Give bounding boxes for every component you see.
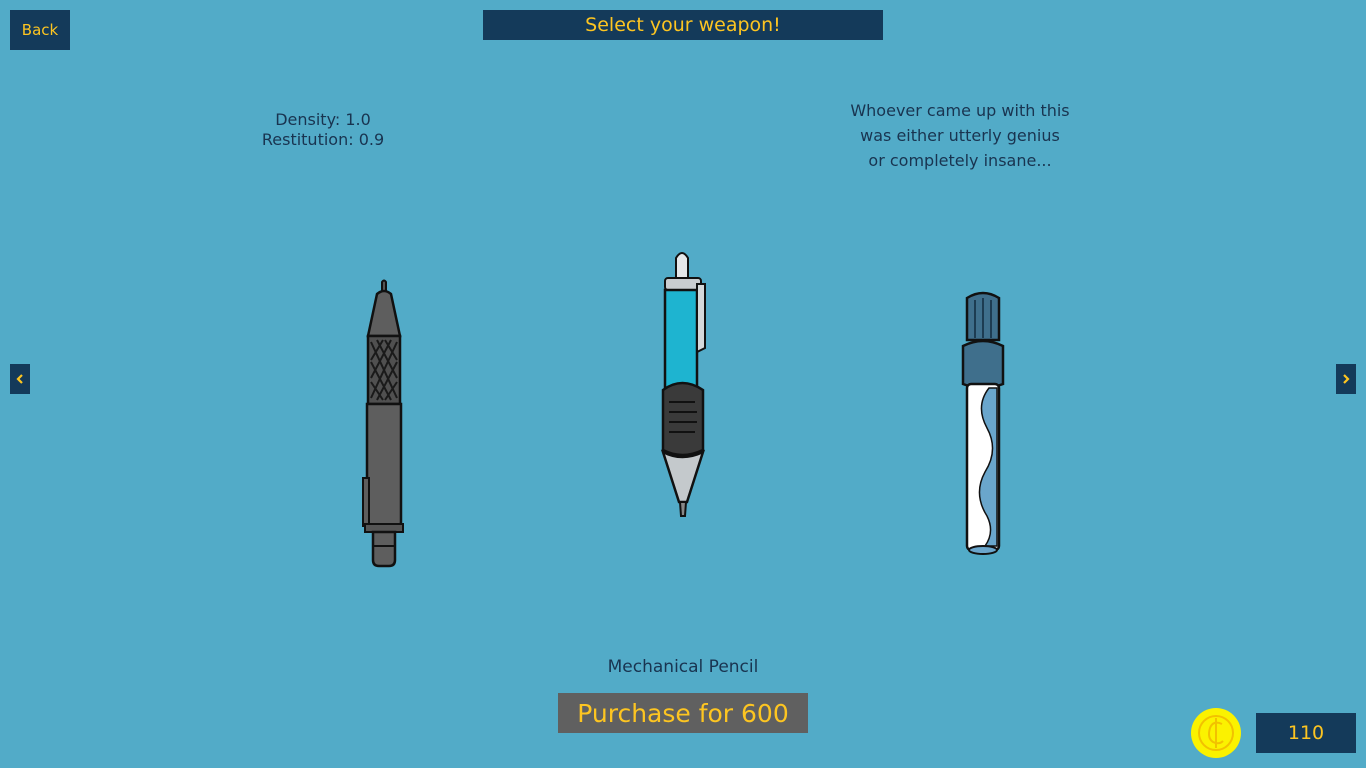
weapon-stats: Density: 1.0 Restitution: 0.9: [223, 110, 423, 150]
density-stat: Density: 1.0: [275, 110, 371, 129]
selected-weapon-name: Mechanical Pencil: [607, 657, 759, 677]
flavor-line: was either utterly genius: [860, 126, 1060, 145]
mechanical-pencil-icon[interactable]: [355, 278, 415, 570]
restitution-stat: Restitution: 0.9: [261, 130, 385, 149]
flavor-line: Whoever came up with this: [850, 101, 1070, 120]
chevron-left-icon: [16, 374, 23, 384]
flavor-line: or completely insane...: [868, 151, 1052, 170]
marker-icon[interactable]: [955, 288, 1011, 560]
chevron-right-icon: [1343, 374, 1350, 384]
previous-weapon-button[interactable]: [10, 364, 30, 394]
coin-icon: [1191, 708, 1241, 758]
ballpoint-pen-icon[interactable]: [655, 248, 711, 520]
next-weapon-button[interactable]: [1336, 364, 1356, 394]
weapon-flavor-text: Whoever came up with this was either utt…: [820, 98, 1100, 173]
purchase-button[interactable]: Purchase for 600: [558, 693, 808, 733]
back-button[interactable]: Back: [10, 10, 70, 50]
coin-count: 110: [1256, 713, 1356, 753]
page-title: Select your weapon!: [483, 10, 883, 40]
